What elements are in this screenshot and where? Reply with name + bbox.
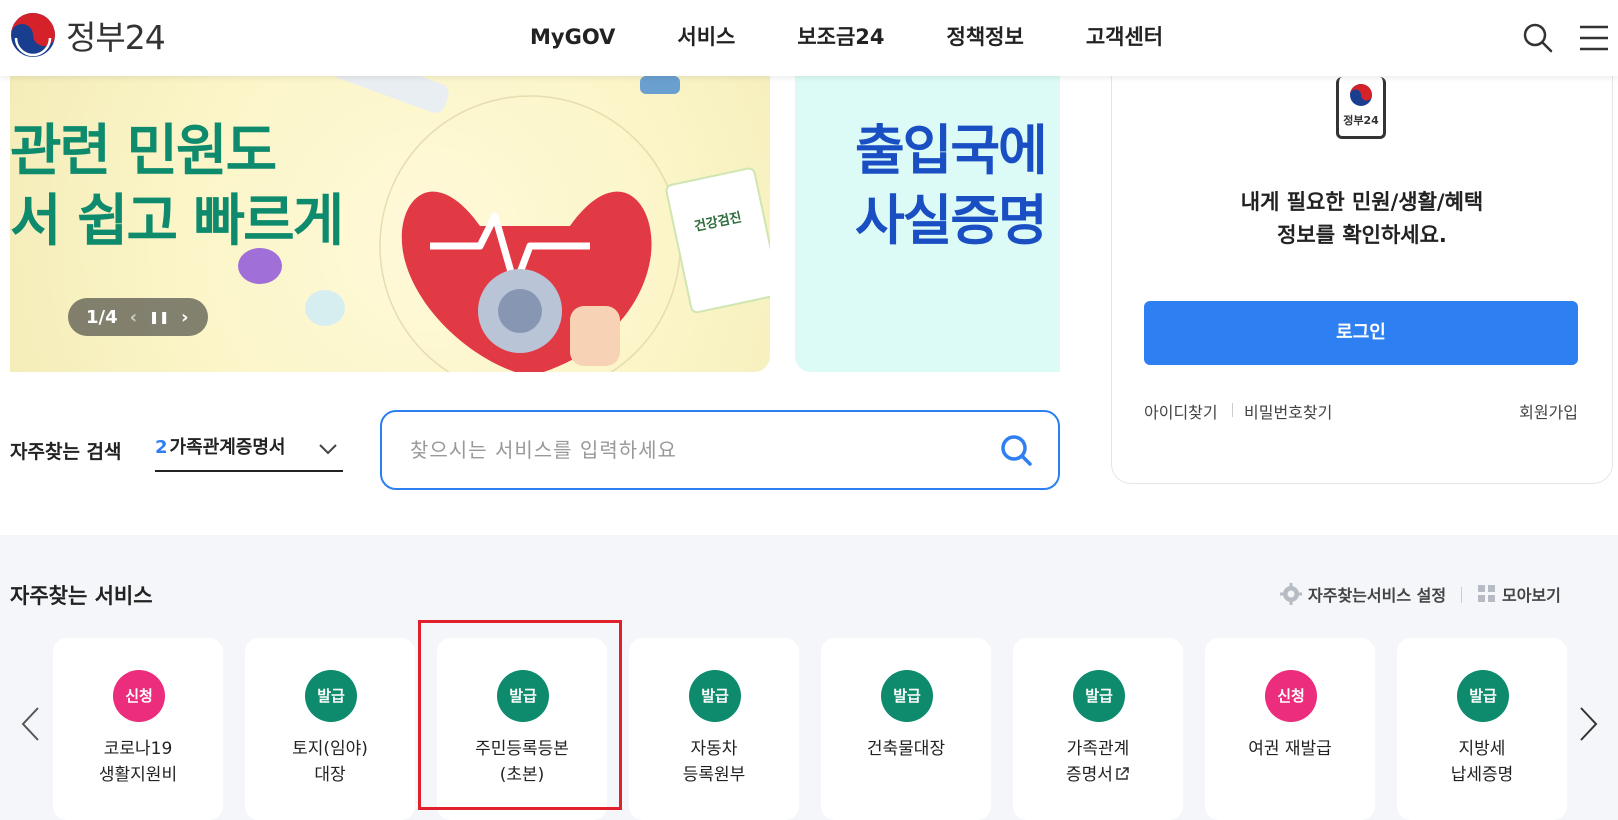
card-label: 지방세 납세증명 (1397, 736, 1567, 788)
section-title: 자주찾는 서비스 (10, 584, 153, 608)
card-label-line1: 여권 재발급 (1248, 739, 1332, 759)
card-label-line1: 가족관계 (1066, 739, 1130, 759)
frequent-search-label: 자주찾는 검색 (10, 441, 122, 463)
issue-badge: 발급 (497, 670, 549, 722)
service-cards: 신청 코로나19 생활지원비 발급 토지(임야) 대장 발급 주민등록등본 (초… (53, 638, 1568, 820)
service-card-building-register[interactable]: 발급 건축물대장 (821, 638, 991, 820)
service-card-passport-reissue[interactable]: 신청 여권 재발급 (1205, 638, 1375, 820)
issue-badge: 발급 (881, 670, 933, 722)
card-label-line2: 증명서 (1066, 765, 1113, 785)
view-all-label: 모아보기 (1502, 586, 1561, 605)
search-submit-icon[interactable] (998, 432, 1034, 468)
card-label-line2-wrap: 증명서 (1013, 762, 1183, 788)
card-label-line1: 코로나19 (103, 739, 173, 759)
nav-item-customer-center[interactable]: 고객센터 (1086, 18, 1163, 56)
keyword-text: 가족관계증명서 (169, 437, 286, 458)
login-message-line2: 정보를 확인하세요. (1277, 223, 1447, 247)
find-id-link[interactable]: 아이디찾기 (1144, 399, 1218, 423)
view-all-link[interactable]: 모아보기 (1478, 582, 1561, 606)
banner-headline-1: 관련 민원도 (10, 119, 277, 184)
login-card: 정부24 내게 필요한 민원/생활/혜택 정보를 확인하세요. 로그인 아이디찾… (1111, 40, 1613, 484)
card-label-line1: 건축물대장 (866, 739, 946, 759)
gear-icon (1280, 583, 1302, 605)
card-label: 여권 재발급 (1205, 736, 1375, 762)
chevron-down-icon (319, 444, 337, 455)
top-header: 정부24 MyGOV 서비스 보조금24 정책정보 고객센터 (0, 0, 1618, 76)
card-label-line2: 납세증명 (1450, 765, 1514, 785)
service-card-family-certificate[interactable]: 발급 가족관계 증명서 (1013, 638, 1183, 820)
pager-count: 1/4 (86, 306, 118, 328)
card-label: 토지(임야) 대장 (245, 736, 415, 788)
link-divider (1461, 587, 1462, 603)
issue-badge: 발급 (689, 670, 741, 722)
chevron-left-icon[interactable] (18, 705, 44, 743)
site-logo[interactable]: 정부24 (10, 11, 166, 59)
keyword-rank: 2 (155, 437, 168, 458)
apply-badge: 신청 (113, 670, 165, 722)
prev-icon[interactable]: ‹ (130, 307, 137, 328)
banner-pager: 1/4 ‹ ❚❚ › (68, 298, 208, 336)
apply-badge: 신청 (1265, 670, 1317, 722)
nav-item-mygov[interactable]: MyGOV (530, 18, 615, 56)
taegeuk-icon (1350, 84, 1372, 106)
logo-text: 정부24 (66, 18, 166, 57)
service-card-vehicle-register[interactable]: 발급 자동차 등록원부 (629, 638, 799, 820)
search-icon[interactable] (1520, 20, 1556, 56)
issue-badge: 발급 (1457, 670, 1509, 722)
card-label-line2: 등록원부 (682, 765, 746, 785)
card-label-line1: 주민등록등본 (475, 739, 569, 759)
card-label-line2: 생활지원비 (98, 765, 178, 785)
grid-icon (1478, 585, 1495, 602)
service-card-resident-registration[interactable]: 발급 주민등록등본 (초본) (437, 638, 607, 820)
card-label: 자동차 등록원부 (629, 736, 799, 788)
banner2-headline-1: 출입국에 (855, 119, 1048, 182)
search-input[interactable] (408, 430, 968, 470)
login-links: 아이디찾기 비밀번호찾기 회원가입 (1144, 399, 1578, 423)
card-label-line1: 지방세 (1458, 739, 1506, 759)
external-link-icon (1116, 767, 1129, 780)
login-message: 내게 필요한 민원/생활/혜택 정보를 확인하세요. (1112, 186, 1612, 252)
service-settings-link[interactable]: 자주찾는서비스 설정 (1280, 582, 1446, 606)
login-button[interactable]: 로그인 (1144, 301, 1578, 365)
phone-label: 정부24 (1343, 114, 1379, 127)
signup-link[interactable]: 회원가입 (1519, 399, 1578, 423)
nav-item-subsidy24[interactable]: 보조금24 (797, 18, 884, 56)
card-label: 주민등록등본 (초본) (437, 736, 607, 788)
nav-item-policy[interactable]: 정책정보 (947, 18, 1024, 56)
login-message-line1: 내게 필요한 민원/생활/혜택 (1240, 190, 1484, 214)
next-icon[interactable]: › (181, 307, 188, 328)
card-label-line2: (초본) (499, 765, 545, 785)
main-nav: MyGOV 서비스 보조금24 정책정보 고객센터 (530, 18, 1225, 56)
banner-headline-2: 서 쉽고 빠르게 (10, 189, 344, 254)
issue-badge: 발급 (305, 670, 357, 722)
card-label-line1: 자동차 (690, 739, 738, 759)
frequent-keyword-select[interactable]: 2 가족관계증명서 (155, 430, 343, 472)
card-label: 건축물대장 (821, 736, 991, 762)
search-box (380, 410, 1060, 490)
banner2-headline-2: 사실증명 (855, 189, 1048, 252)
card-label-line1: 토지(임야) (292, 739, 368, 759)
issue-badge: 발급 (1073, 670, 1125, 722)
frequent-services-section: 자주찾는 서비스 자주찾는서비스 설정 모아보기 신청 코로나19 생활지원비 … (0, 535, 1618, 820)
service-card-covid-support[interactable]: 신청 코로나19 생활지원비 (53, 638, 223, 820)
taegeuk-logo-icon (11, 13, 55, 57)
card-label-line2: 대장 (314, 765, 346, 785)
find-password-link[interactable]: 비밀번호찾기 (1244, 399, 1332, 423)
phone-icon: 정부24 (1336, 77, 1386, 139)
card-label: 가족관계 증명서 (1013, 736, 1183, 788)
nav-item-services[interactable]: 서비스 (677, 18, 735, 56)
service-settings-label: 자주찾는서비스 설정 (1308, 586, 1447, 605)
pause-icon[interactable]: ❚❚ (149, 310, 169, 324)
menu-icon[interactable] (1576, 20, 1612, 56)
service-card-land-register[interactable]: 발급 토지(임야) 대장 (245, 638, 415, 820)
card-label: 코로나19 생활지원비 (53, 736, 223, 788)
main-banner[interactable]: 건강검진 관련 민원도 서 쉽고 빠르게 1/4 ‹ ❚❚ › (10, 76, 770, 372)
link-divider (1232, 403, 1233, 417)
service-card-local-tax[interactable]: 발급 지방세 납세증명 (1397, 638, 1567, 820)
chevron-right-icon[interactable] (1575, 705, 1601, 743)
secondary-banner[interactable]: 출입국에 사실증명 (795, 76, 1060, 372)
